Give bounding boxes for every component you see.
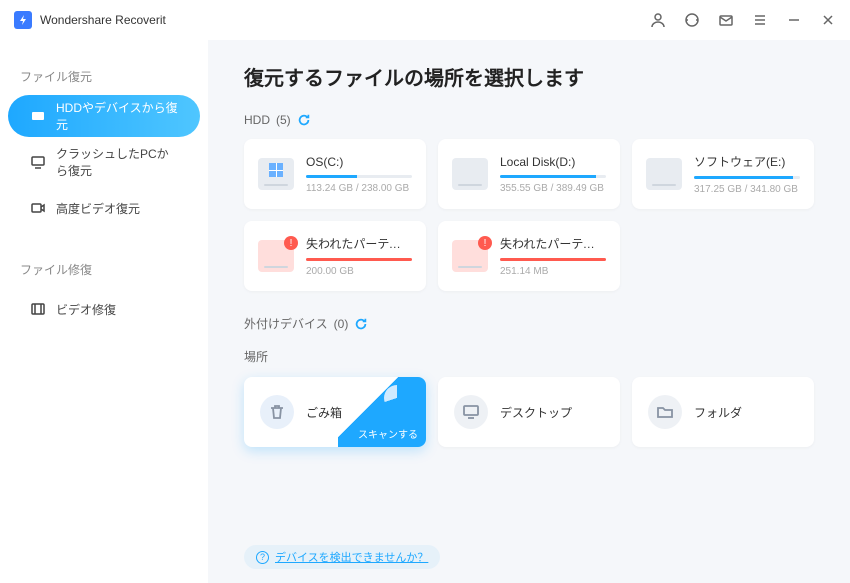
drive-usage-bar: [694, 176, 800, 179]
close-icon[interactable]: [820, 12, 836, 28]
app-title: Wondershare Recoverit: [40, 13, 166, 27]
menu-icon[interactable]: [752, 12, 768, 28]
sidebar-group-recovery: ファイル復元: [0, 60, 208, 95]
drive-card-2[interactable]: ソフトウェア(E:) 317.25 GB / 341.80 GB: [632, 139, 814, 209]
titlebar: Wondershare Recoverit: [0, 0, 850, 40]
sidebar: ファイル復元 HDDやデバイスから復元クラッシュしたPCから復元高度ビデオ復元 …: [0, 40, 208, 583]
sidebar-group-repair: ファイル修復: [0, 253, 208, 288]
content-area: 復元するファイルの場所を選択します HDD (5) OS(C:) 113.24 G…: [208, 40, 850, 583]
drive-size: 200.00 GB: [306, 266, 412, 277]
location-name: フォルダ: [694, 404, 742, 421]
location-card-2[interactable]: フォルダ: [632, 377, 814, 447]
drive-name: ソフトウェア(E:): [694, 153, 800, 170]
sidebar-item-label: HDDやデバイスから復元: [56, 99, 178, 133]
question-icon: ?: [256, 551, 269, 564]
location-name: デスクトップ: [500, 404, 572, 421]
video-icon: [30, 200, 46, 216]
sidebar-item-label: 高度ビデオ復元: [56, 200, 140, 217]
hint-link[interactable]: デバイスを検出できませんか？: [275, 549, 428, 565]
locations-grid: ごみ箱スキャンする デスクトップ フォルダ: [244, 377, 814, 447]
refresh-icon[interactable]: [297, 113, 311, 127]
external-section-count: (0): [334, 317, 349, 331]
sidebar-item-label: クラッシュしたPCから復元: [56, 145, 178, 179]
drive-name: 失われたパーティション 1: [306, 235, 412, 252]
drive-name: Local Disk(D:): [500, 155, 606, 169]
drive-usage-bar: [500, 258, 606, 261]
refresh-external-icon[interactable]: [354, 317, 368, 331]
film-icon: [30, 301, 46, 317]
drive-card-0[interactable]: OS(C:) 113.24 GB / 238.00 GB: [244, 139, 426, 209]
external-section-label: 外付けデバイス: [244, 315, 328, 332]
hdd-section-head: HDD (5): [244, 113, 814, 127]
drives-grid: OS(C:) 113.24 GB / 238.00 GB Local Disk(D:…: [244, 139, 814, 291]
desktop-icon: [454, 395, 488, 429]
location-section-label: 場所: [244, 348, 268, 365]
drive-size: 355.55 GB / 389.49 GB: [500, 183, 606, 194]
scan-label: スキャンする: [358, 426, 418, 441]
sidebar-item-2[interactable]: 高度ビデオ復元: [8, 187, 200, 229]
drive-size: 113.24 GB / 238.00 GB: [306, 183, 412, 194]
drive-size: 317.25 GB / 341.80 GB: [694, 184, 800, 195]
sidebar-item-1[interactable]: クラッシュしたPCから復元: [8, 141, 200, 183]
sidebar-item-0[interactable]: ビデオ修復: [8, 288, 200, 330]
sidebar-item-label: ビデオ修復: [56, 301, 116, 318]
drive-name: 失われたパーティション 2: [500, 235, 606, 252]
hdd-icon: [30, 108, 46, 124]
drive-card-1[interactable]: Local Disk(D:) 355.55 GB / 389.49 GB: [438, 139, 620, 209]
titlebar-controls: [650, 12, 836, 28]
drive-card-3[interactable]: ! 失われたパーティション 1 200.00 GB: [244, 221, 426, 291]
hdd-section-label: HDD: [244, 113, 270, 127]
folder-icon: [648, 395, 682, 429]
trash-icon: [260, 395, 294, 429]
hdd-section-count: (5): [276, 113, 291, 127]
location-card-0[interactable]: ごみ箱スキャンする: [244, 377, 426, 447]
drive-usage-bar: [306, 258, 412, 261]
app-logo-icon: [14, 11, 32, 29]
location-name: ごみ箱: [306, 404, 342, 421]
location-card-1[interactable]: デスクトップ: [438, 377, 620, 447]
drive-usage-bar: [306, 175, 412, 178]
drive-usage-bar: [500, 175, 606, 178]
drive-name: OS(C:): [306, 155, 412, 169]
titlebar-left: Wondershare Recoverit: [14, 11, 166, 29]
sidebar-item-0[interactable]: HDDやデバイスから復元: [8, 95, 200, 137]
hint-pill[interactable]: ? デバイスを検出できませんか？: [244, 545, 440, 569]
drive-icon: [258, 158, 294, 190]
location-section-head: 場所: [244, 348, 814, 365]
drive-icon: [452, 158, 488, 190]
mail-icon[interactable]: [718, 12, 734, 28]
external-section-head: 外付けデバイス (0): [244, 315, 814, 332]
minimize-icon[interactable]: [786, 12, 802, 28]
monitor-icon: [30, 154, 46, 170]
drive-card-4[interactable]: ! 失われたパーティション 2 251.14 MB: [438, 221, 620, 291]
drive-size: 251.14 MB: [500, 266, 606, 277]
drive-icon: !: [258, 240, 294, 272]
page-title: 復元するファイルの場所を選択します: [244, 62, 814, 91]
drive-icon: [646, 158, 682, 190]
support-icon[interactable]: [684, 12, 700, 28]
user-icon[interactable]: [650, 12, 666, 28]
scan-button[interactable]: スキャンする: [338, 377, 426, 447]
drive-icon: !: [452, 240, 488, 272]
